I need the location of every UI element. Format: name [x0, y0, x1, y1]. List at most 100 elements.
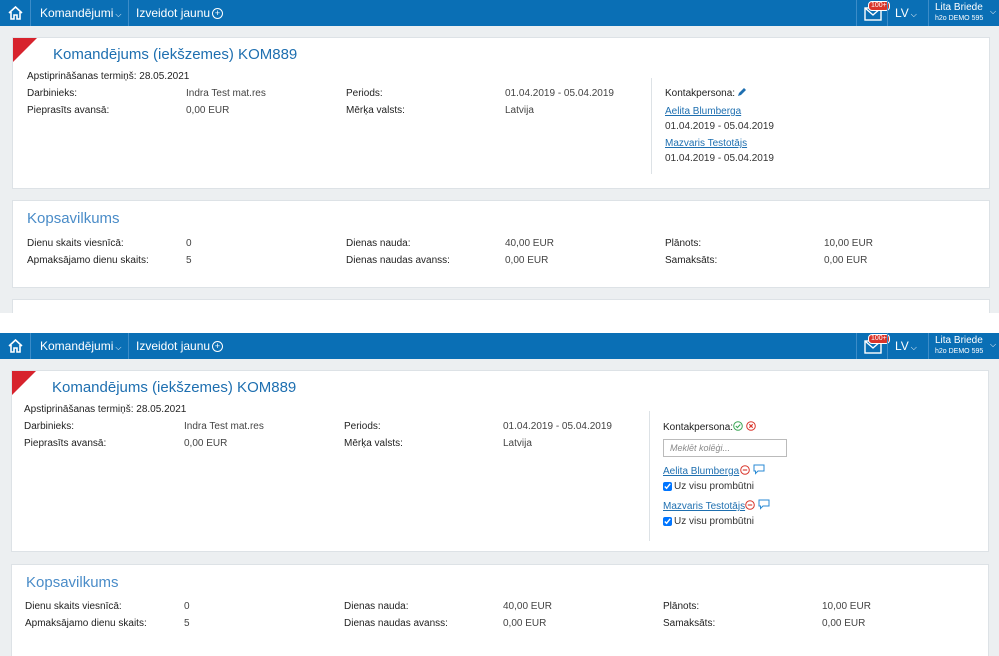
menu-create-label: Izveidot jaunu — [136, 339, 211, 353]
contact-label: Kontakpersona: — [663, 422, 734, 433]
hotel-days-label: Dienu skaits viesnīcā: — [25, 601, 122, 612]
allowance-advance-label: Dienas naudas avanss: — [346, 255, 450, 266]
language-selector[interactable]: LV ⌵ — [895, 0, 917, 26]
summary-card: Kopsavilkums Dienu skaits viesnīcā: 0 Ap… — [12, 200, 990, 288]
home-icon — [8, 339, 23, 353]
contact-link-aelita[interactable]: Aelita Blumberga — [663, 466, 739, 477]
paid-days-label: Apmaksājamo dienu skaits: — [27, 255, 149, 266]
country-label: Mērķa valsts: — [346, 105, 405, 116]
advance-label: Pieprasīts avansā: — [27, 105, 110, 116]
country-label: Mērķa valsts: — [344, 438, 403, 449]
language-label: LV — [895, 339, 909, 353]
contact-link-aelita[interactable]: Aelita Blumberga — [665, 106, 741, 117]
home-button[interactable] — [0, 333, 31, 359]
employee-value: Indra Test mat.res — [184, 421, 264, 432]
hotel-days-value: 0 — [186, 238, 192, 249]
screenshot-separator — [0, 313, 999, 333]
paid-value: 0,00 EUR — [824, 255, 868, 266]
advance-label: Pieprasīts avansā: — [24, 438, 107, 449]
chevron-down-icon[interactable]: ⌵ — [990, 340, 996, 350]
approval-value: 28.05.2021 — [139, 71, 190, 82]
checkbox[interactable] — [663, 482, 672, 491]
allowance-value: 40,00 EUR — [505, 238, 554, 249]
colleague-search-input[interactable] — [663, 439, 787, 457]
planned-label: Plānots: — [663, 601, 700, 612]
approval-deadline: Apstiprināšanas termiņš: 28.05.2021 — [27, 71, 189, 82]
allowance-value: 40,00 EUR — [503, 601, 552, 612]
planned-value: 10,00 EUR — [824, 238, 873, 249]
home-button[interactable] — [0, 0, 31, 26]
employee-label: Darbinieks: — [27, 88, 78, 99]
contact-link-mazvaris[interactable]: Mazvaris Testotājs — [663, 501, 745, 512]
period-label: Periods: — [344, 421, 381, 432]
country-value: Latvija — [503, 438, 532, 449]
checkbox-label: Uz visu prombūtni — [674, 481, 755, 492]
status-corner-flag — [12, 371, 36, 395]
menu-create-new[interactable]: Izveidot jaunu + — [136, 333, 224, 359]
user-org: h2o DEMO 595 — [935, 15, 984, 22]
menu-trips[interactable]: Komandējumi ⌵ — [40, 0, 121, 26]
period-value: 01.04.2019 - 05.04.2019 — [503, 421, 612, 432]
remove-contact-icon[interactable] — [745, 500, 755, 510]
status-corner-flag — [13, 38, 37, 62]
chat-icon[interactable] — [758, 499, 770, 510]
hotel-days-label: Dienu skaits viesnīcā: — [27, 238, 124, 249]
column-divider — [651, 78, 652, 174]
checkbox-label: Uz visu prombūtni — [674, 516, 755, 527]
user-menu[interactable]: Lita Briede h2o DEMO 595 — [935, 2, 983, 23]
paid-label: Samaksāts: — [665, 255, 718, 266]
chevron-down-icon[interactable]: ⌵ — [990, 7, 996, 17]
allowance-advance-value: 0,00 EUR — [503, 618, 547, 629]
menu-trips-label: Komandējumi — [40, 6, 114, 20]
cancel-icon[interactable] — [746, 421, 756, 431]
user-name: Lita Briede — [935, 335, 983, 346]
allowance-label: Dienas nauda: — [346, 238, 411, 249]
allowance-label: Dienas nauda: — [344, 601, 409, 612]
planned-value: 10,00 EUR — [822, 601, 871, 612]
approval-value: 28.05.2021 — [136, 404, 187, 415]
period-label: Periods: — [346, 88, 383, 99]
summary-title: Kopsavilkums — [26, 574, 119, 591]
paid-days-value: 5 — [186, 255, 192, 266]
allowance-advance-label: Dienas naudas avanss: — [344, 618, 448, 629]
full-absence-checkbox-mazvaris[interactable]: Uz visu prombūtni — [663, 516, 754, 527]
home-icon — [8, 6, 23, 20]
remove-contact-icon[interactable] — [740, 465, 750, 475]
nav-divider — [856, 333, 857, 359]
advance-value: 0,00 EUR — [186, 105, 230, 116]
hotel-days-value: 0 — [184, 601, 190, 612]
approval-deadline: Apstiprināšanas termiņš: 28.05.2021 — [24, 404, 186, 415]
pencil-icon[interactable] — [737, 87, 747, 97]
contact-link-mazvaris[interactable]: Mazvaris Testotājs — [665, 138, 747, 149]
chevron-down-icon: ⌵ — [115, 343, 122, 352]
trip-details-card: Komandējums (iekšzemes) KOM889 Apstiprin… — [12, 37, 990, 189]
full-absence-checkbox-aelita[interactable]: Uz visu prombūtni — [663, 481, 754, 492]
planned-label: Plānots: — [665, 238, 702, 249]
paid-days-label: Apmaksājamo dienu skaits: — [25, 618, 147, 629]
summary-card: Kopsavilkums Dienu skaits viesnīcā: 0 Ap… — [11, 564, 989, 656]
language-label: LV — [895, 6, 909, 20]
contact-period-mazvaris: 01.04.2019 - 05.04.2019 — [665, 153, 774, 164]
user-menu[interactable]: Lita Briede h2o DEMO 595 — [935, 335, 983, 356]
checkbox[interactable] — [663, 517, 672, 526]
advance-value: 0,00 EUR — [184, 438, 228, 449]
chevron-down-icon: ⌵ — [910, 10, 917, 19]
employee-value: Indra Test mat.res — [186, 88, 266, 99]
language-selector[interactable]: LV ⌵ — [895, 333, 917, 359]
screen-view-mode: Komandējumi ⌵ Izveidot jaunu + 100+ LV ⌵ Li… — [0, 0, 999, 323]
paid-label: Samaksāts: — [663, 618, 716, 629]
contact-label: Kontakpersona: — [665, 88, 736, 99]
contact-period-aelita: 01.04.2019 - 05.04.2019 — [665, 121, 774, 132]
nav-divider — [928, 333, 929, 359]
nav-divider — [928, 0, 929, 26]
chevron-down-icon: ⌵ — [115, 10, 122, 19]
summary-title: Kopsavilkums — [27, 210, 120, 227]
menu-create-new[interactable]: Izveidot jaunu + — [136, 0, 224, 26]
nav-divider — [887, 333, 888, 359]
menu-create-label: Izveidot jaunu — [136, 6, 211, 20]
menu-trips[interactable]: Komandējumi ⌵ — [40, 333, 121, 359]
confirm-icon[interactable] — [733, 421, 743, 431]
chat-icon[interactable] — [753, 464, 765, 475]
nav-divider — [128, 333, 129, 359]
chevron-down-icon: ⌵ — [910, 343, 917, 352]
